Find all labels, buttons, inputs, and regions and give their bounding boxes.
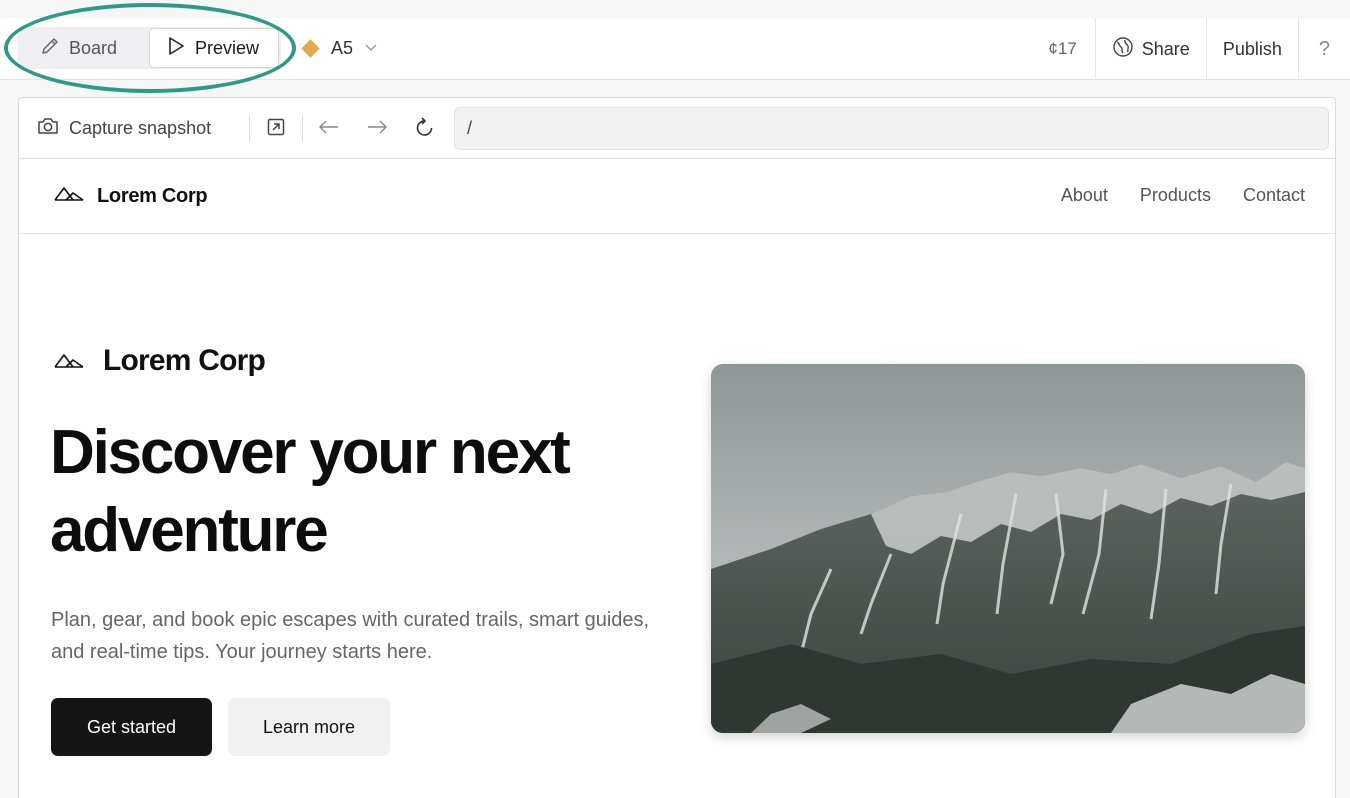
hero-brand-label: Lorem Corp [103, 344, 266, 377]
credits-counter: ¢17 [1048, 39, 1077, 58]
nav-link-products[interactable]: Products [1140, 185, 1211, 206]
diamond-icon [301, 38, 320, 58]
camera-icon [37, 116, 59, 141]
mountain-logo-icon [53, 183, 85, 209]
hero-title: Discover your next adventure [50, 418, 571, 565]
capture-snapshot-button[interactable]: Capture snapshot [37, 114, 211, 142]
capture-snapshot-label: Capture snapshot [69, 117, 212, 138]
url-input[interactable] [454, 107, 1329, 150]
hero-brand: Lorem Corp [53, 344, 266, 378]
mountain-logo-icon [53, 344, 85, 378]
help-label: ? [1318, 37, 1330, 60]
help-button[interactable]: ? [1297, 18, 1350, 80]
learn-more-button[interactable]: Learn more [228, 698, 390, 756]
nav-link-contact[interactable]: Contact [1243, 185, 1305, 206]
preview-mode-label: Preview [195, 37, 260, 58]
chevron-down-icon [365, 41, 377, 55]
play-icon [166, 36, 186, 61]
divider [249, 116, 250, 142]
globe-icon [1112, 36, 1134, 63]
project-selector[interactable]: A5 [301, 28, 377, 68]
publish-button[interactable]: Publish [1205, 18, 1298, 80]
hero-mountain-image [711, 364, 1305, 733]
board-mode-button[interactable]: Board [40, 27, 117, 69]
hero-subtitle: Plan, gear, and book epic escapes with c… [51, 609, 650, 663]
board-mode-label: Board [69, 37, 118, 58]
project-name: A5 [331, 37, 354, 58]
open-external-icon[interactable] [264, 115, 288, 139]
pencil-icon [40, 36, 60, 61]
publish-label: Publish [1222, 38, 1282, 59]
share-button[interactable]: Share [1094, 18, 1206, 80]
site-nav-links: About Products Contact [1061, 185, 1305, 206]
get-started-button[interactable]: Get started [51, 698, 212, 756]
view-mode-toggle: Board Preview [18, 27, 281, 69]
reload-icon[interactable] [413, 115, 437, 139]
app-toolbar: Board Preview A5 ¢17 Share Publish ? [0, 18, 1350, 80]
divider [302, 116, 303, 142]
site-navbar: Lorem Corp About Products Contact [19, 159, 1335, 234]
site-brand-label: Lorem Corp [97, 184, 208, 207]
arrow-right-icon[interactable] [365, 115, 389, 139]
site-brand[interactable]: Lorem Corp [53, 183, 208, 209]
preview-browser-bar: Capture snapshot [19, 98, 1335, 159]
preview-mode-button[interactable]: Preview [149, 28, 279, 68]
preview-frame: Capture snapshot / Lorem Corp About Prod… [18, 97, 1336, 798]
nav-link-about[interactable]: About [1061, 185, 1108, 206]
share-label: Share [1141, 38, 1190, 59]
arrow-left-icon[interactable] [317, 115, 341, 139]
